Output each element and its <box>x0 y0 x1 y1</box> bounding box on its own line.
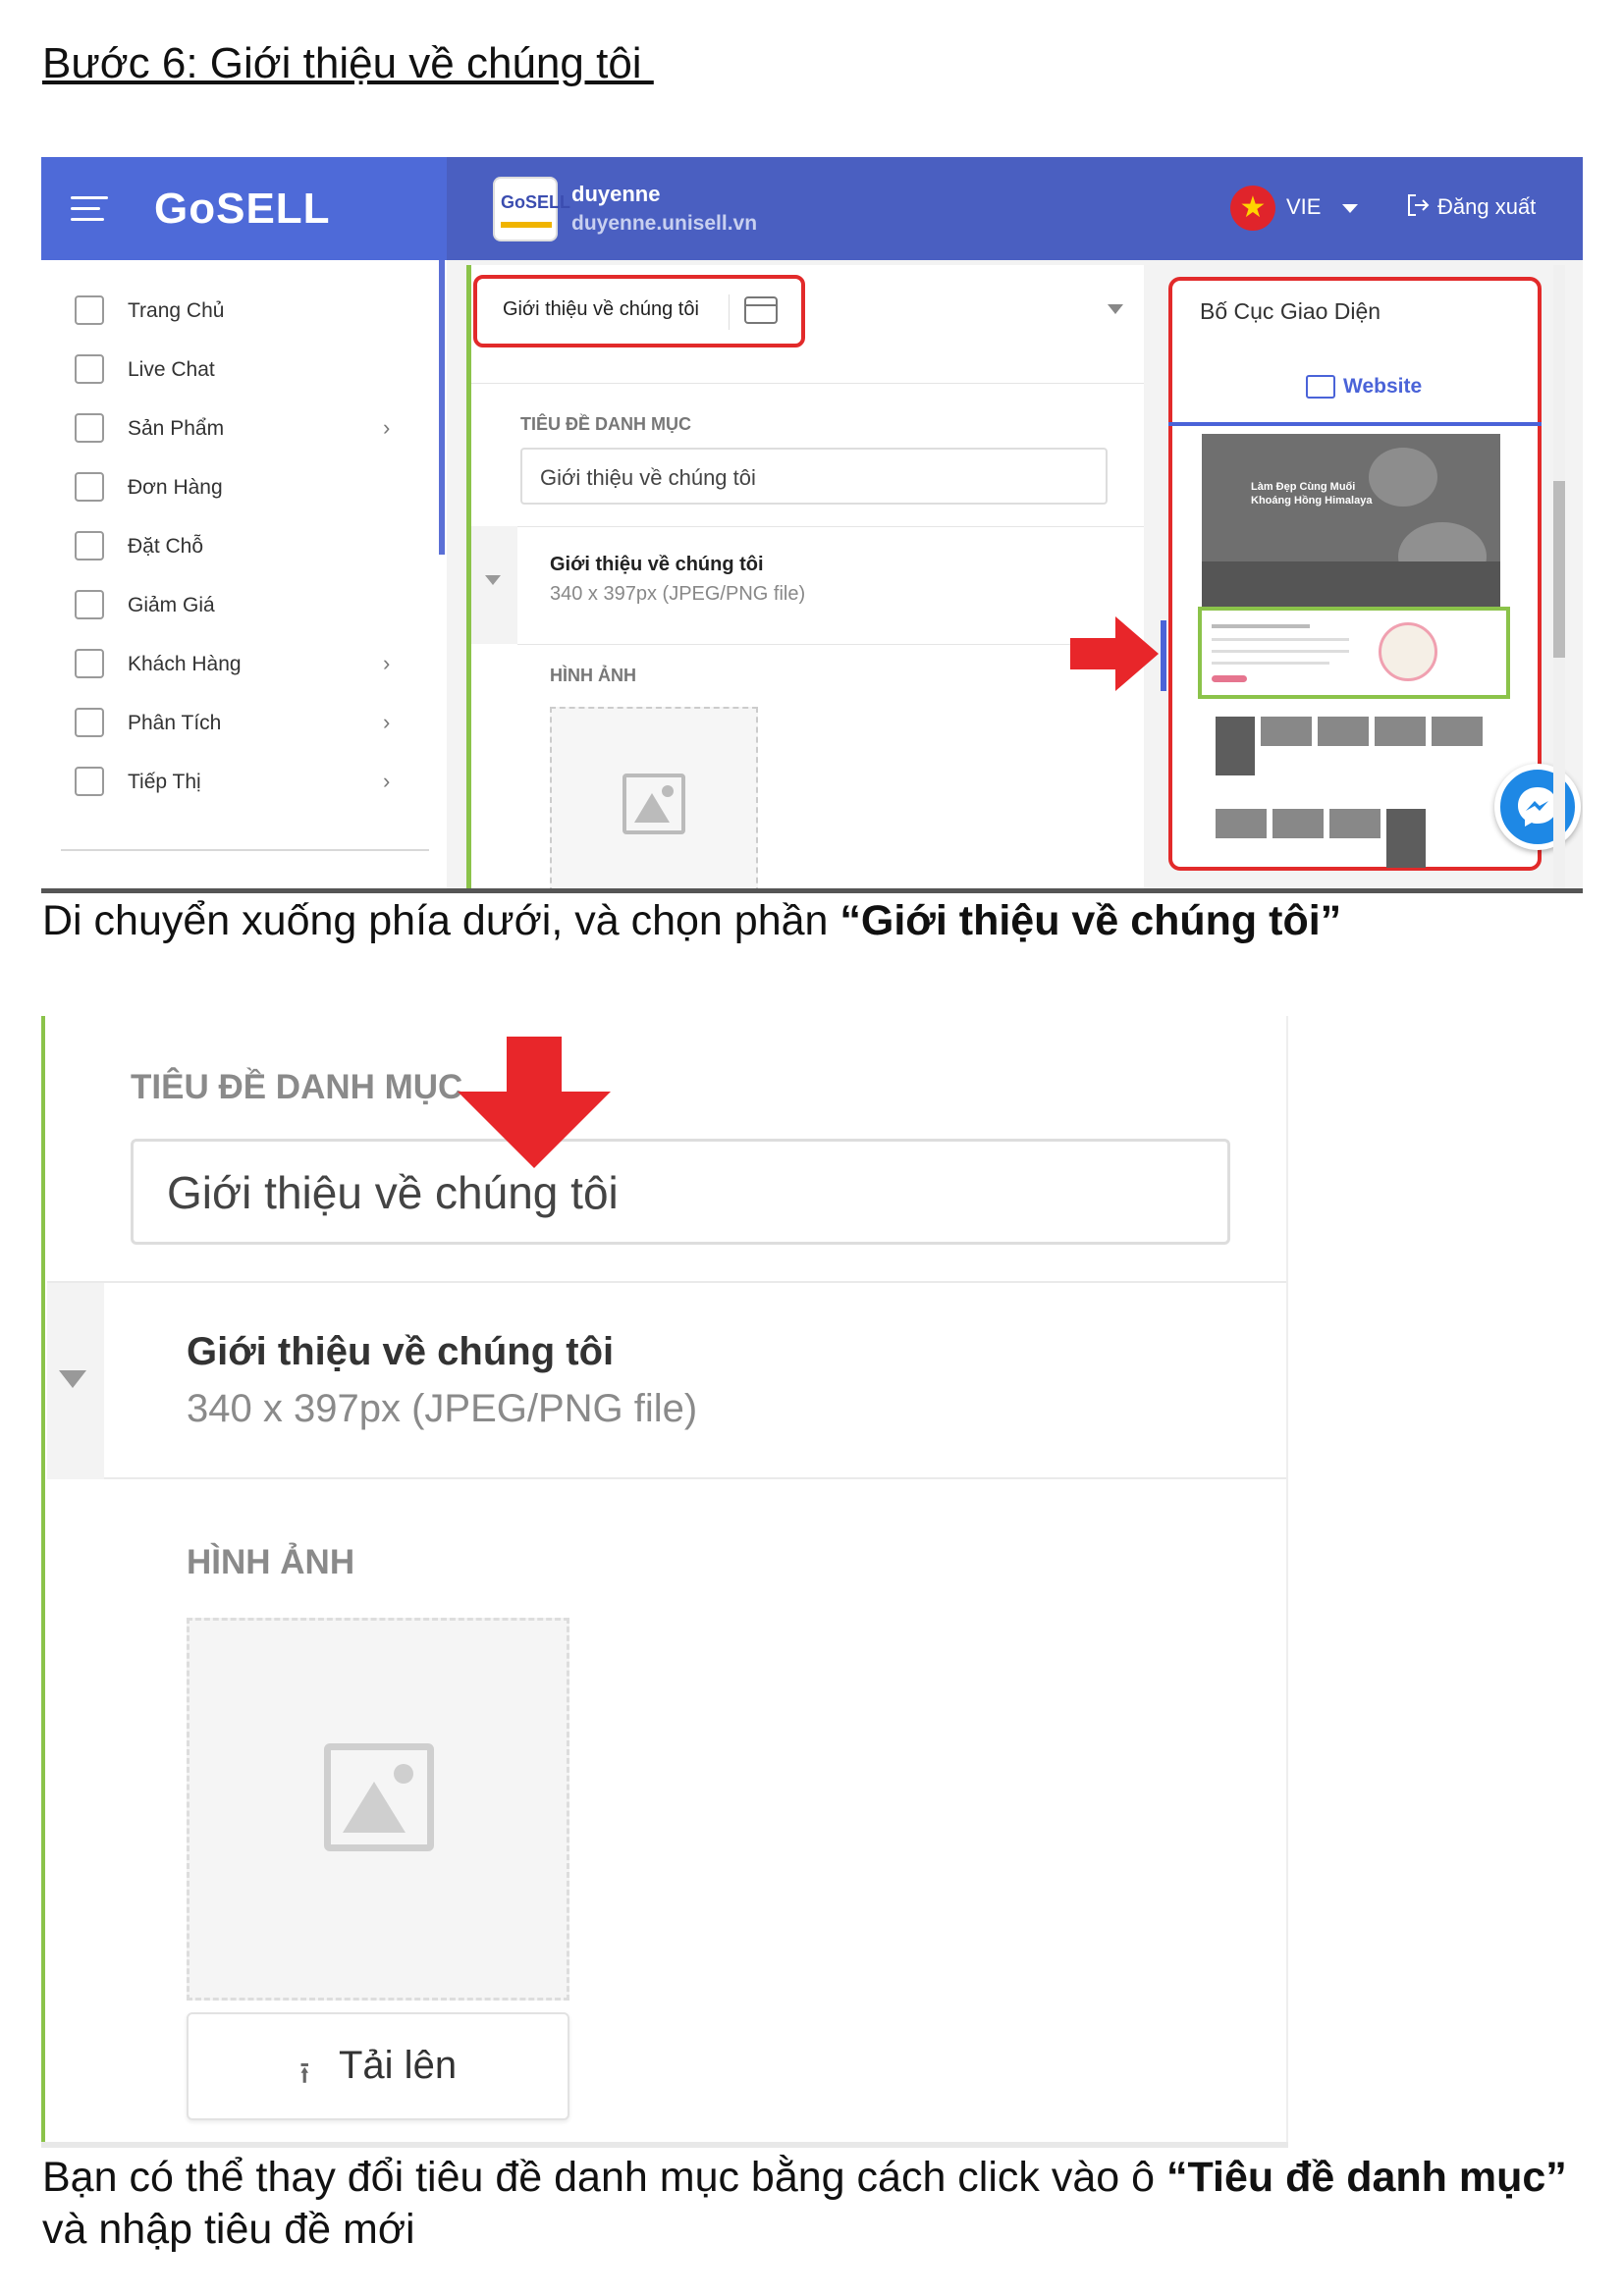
shop-logo-text: GoSELL <box>501 192 570 212</box>
divider <box>104 1477 1286 1479</box>
divider <box>517 644 1144 645</box>
vietnam-flag-icon[interactable]: ★ <box>1230 186 1275 231</box>
sidebar-item-label: Giảm Giá <box>128 594 215 616</box>
screenshot-editor: GoSELL GoSELL duyenne duyenne.unisell.vn… <box>41 157 1583 893</box>
sidebar: Trang Chủ Live Chat Sản Phẩm › Đơn Hàng Đặt C… <box>41 260 447 893</box>
category-title-value: Giới thiệu về chúng tôi <box>540 465 756 490</box>
preview-product-grid[interactable] <box>1210 707 1504 874</box>
preview-about-section[interactable] <box>1198 607 1510 699</box>
sidebar-item[interactable]: Phân Tích › <box>41 692 447 751</box>
divider <box>47 1281 1286 1283</box>
caption-1-text: Di chuyển xuống phía dưới, và chọn phần <box>42 897 840 944</box>
sidebar-item-label: Live Chat <box>128 358 215 381</box>
preview-tab-website[interactable]: Website <box>1343 375 1422 399</box>
image-row-title: Giới thiệu về chúng tôi <box>550 554 764 575</box>
section-selector-label: Giới thiệu về chúng tôi <box>503 298 699 320</box>
chevron-right-icon[interactable]: › <box>383 651 390 676</box>
image-size-hint: 340 x 397px (JPEG/PNG file) <box>187 1387 698 1430</box>
caption-2: Bạn có thể thay đổi tiêu đề danh mục bằn… <box>42 2152 1594 2256</box>
menu-icon[interactable] <box>71 196 108 222</box>
sidebar-item-label: Đơn Hàng <box>128 476 223 499</box>
row-collapse-gutter <box>471 526 517 644</box>
image-placeholder-icon <box>324 1743 434 1851</box>
chevron-right-icon[interactable]: › <box>383 415 390 441</box>
sidebar-item[interactable]: Giảm Giá <box>41 574 447 633</box>
chevron-right-icon[interactable]: › <box>383 710 390 735</box>
discount-icon <box>75 590 104 619</box>
sidebar-item[interactable]: Khách Hàng › <box>41 633 447 692</box>
sidebar-item-label: Đặt Chỗ <box>128 535 204 558</box>
chat-icon <box>75 354 104 384</box>
sidebar-item[interactable]: Đặt Chỗ <box>41 515 447 574</box>
upload-icon: ⭱ <box>299 2057 310 2090</box>
calendar-icon <box>75 531 104 561</box>
caption-1: Di chuyển xuống phía dưới, và chọn phần … <box>42 897 1341 945</box>
preview-scrollbar-thumb[interactable] <box>1553 481 1565 658</box>
caption-2-bold: “Tiêu đề danh mục” <box>1166 2154 1567 2201</box>
shop-name: duyenne <box>571 182 661 206</box>
chart-icon <box>75 708 104 737</box>
red-arrow-right-icon <box>1070 616 1159 691</box>
sidebar-item-label: Trang Chủ <box>128 299 225 322</box>
selection-indicator <box>1161 620 1166 691</box>
window-icon <box>744 296 778 324</box>
logout-button[interactable]: Đăng xuất <box>1437 194 1536 220</box>
caption-2-text: Bạn có thể thay đổi tiêu đề danh mục bằn… <box>42 2154 1167 2201</box>
messenger-icon[interactable] <box>1494 764 1581 850</box>
image-label: HÌNH ẢNH <box>550 666 636 685</box>
upload-button-label: Tải lên <box>339 2044 458 2087</box>
sidebar-item-label: Phân Tích <box>128 712 222 734</box>
sidebar-item-label: Tiếp Thị <box>128 771 201 793</box>
caption-2-suffix: và nhập tiêu đề mới <box>42 2206 415 2253</box>
divider <box>471 526 1144 527</box>
preview-title: Bố Cục Giao Diện <box>1200 298 1381 324</box>
language-label[interactable]: VIE <box>1286 194 1321 220</box>
sidebar-divider <box>61 849 429 851</box>
category-title-label: TIÊU ĐỀ DANH MỤC <box>520 414 691 434</box>
collapse-caret-icon[interactable] <box>485 575 501 585</box>
preview-hero-banner[interactable]: Làm Đẹp Cùng Muối Khoáng Hồng Himalaya <box>1202 434 1500 607</box>
tab-underline <box>1168 422 1542 426</box>
hero-text-line2: Khoáng Hồng Himalaya <box>1251 495 1373 507</box>
divider <box>729 294 730 330</box>
chevron-right-icon[interactable]: › <box>383 769 390 794</box>
logout-icon[interactable] <box>1406 192 1432 218</box>
horizontal-scrollbar[interactable] <box>41 888 1583 893</box>
panel-bottom-edge <box>41 2142 1288 2148</box>
sidebar-item-label: Khách Hàng <box>128 653 242 675</box>
accent-bar <box>41 1016 45 2147</box>
section-dropdown-icon[interactable] <box>1108 304 1123 314</box>
image-size-hint: 340 x 397px (JPEG/PNG file) <box>550 583 806 605</box>
image-row-title: Giới thiệu về chúng tôi <box>187 1330 615 1373</box>
lightbulb-icon <box>75 767 104 796</box>
receipt-icon <box>75 472 104 502</box>
language-chevron-down-icon[interactable] <box>1342 204 1358 213</box>
sidebar-scrollbar[interactable] <box>439 260 445 555</box>
collapse-caret-icon[interactable] <box>59 1370 86 1388</box>
hero-text-line1: Làm Đẹp Cùng Muối <box>1251 481 1356 493</box>
shop-url[interactable]: duyenne.unisell.vn <box>571 212 757 236</box>
step-heading: Bước 6: Giới thiệu về chúng tôi <box>42 39 654 87</box>
website-icon <box>1306 375 1335 399</box>
red-arrow-down-icon <box>458 1037 611 1168</box>
sidebar-item[interactable]: Tiếp Thị › <box>41 751 447 810</box>
category-title-label: TIÊU ĐỀ DANH MỤC <box>131 1068 463 1106</box>
users-icon <box>75 649 104 678</box>
sidebar-item[interactable]: Đơn Hàng <box>41 456 447 515</box>
sidebar-item-label: Sản Phẩm <box>128 417 225 440</box>
category-title-value: Giới thiệu về chúng tôi <box>167 1167 619 1218</box>
image-label: HÌNH ẢNH <box>187 1543 355 1581</box>
tag-icon <box>75 413 104 443</box>
sidebar-item[interactable]: Live Chat <box>41 339 447 398</box>
caption-1-bold: “Giới thiệu về chúng tôi” <box>839 897 1342 944</box>
home-icon <box>75 295 104 325</box>
sidebar-item[interactable]: Trang Chủ <box>41 280 447 339</box>
divider <box>471 383 1144 384</box>
image-placeholder-icon <box>623 774 685 834</box>
sidebar-item[interactable]: Sản Phẩm › <box>41 398 447 456</box>
brand-logo: GoSELL <box>154 185 331 233</box>
shop-logo: GoSELL <box>493 177 570 241</box>
